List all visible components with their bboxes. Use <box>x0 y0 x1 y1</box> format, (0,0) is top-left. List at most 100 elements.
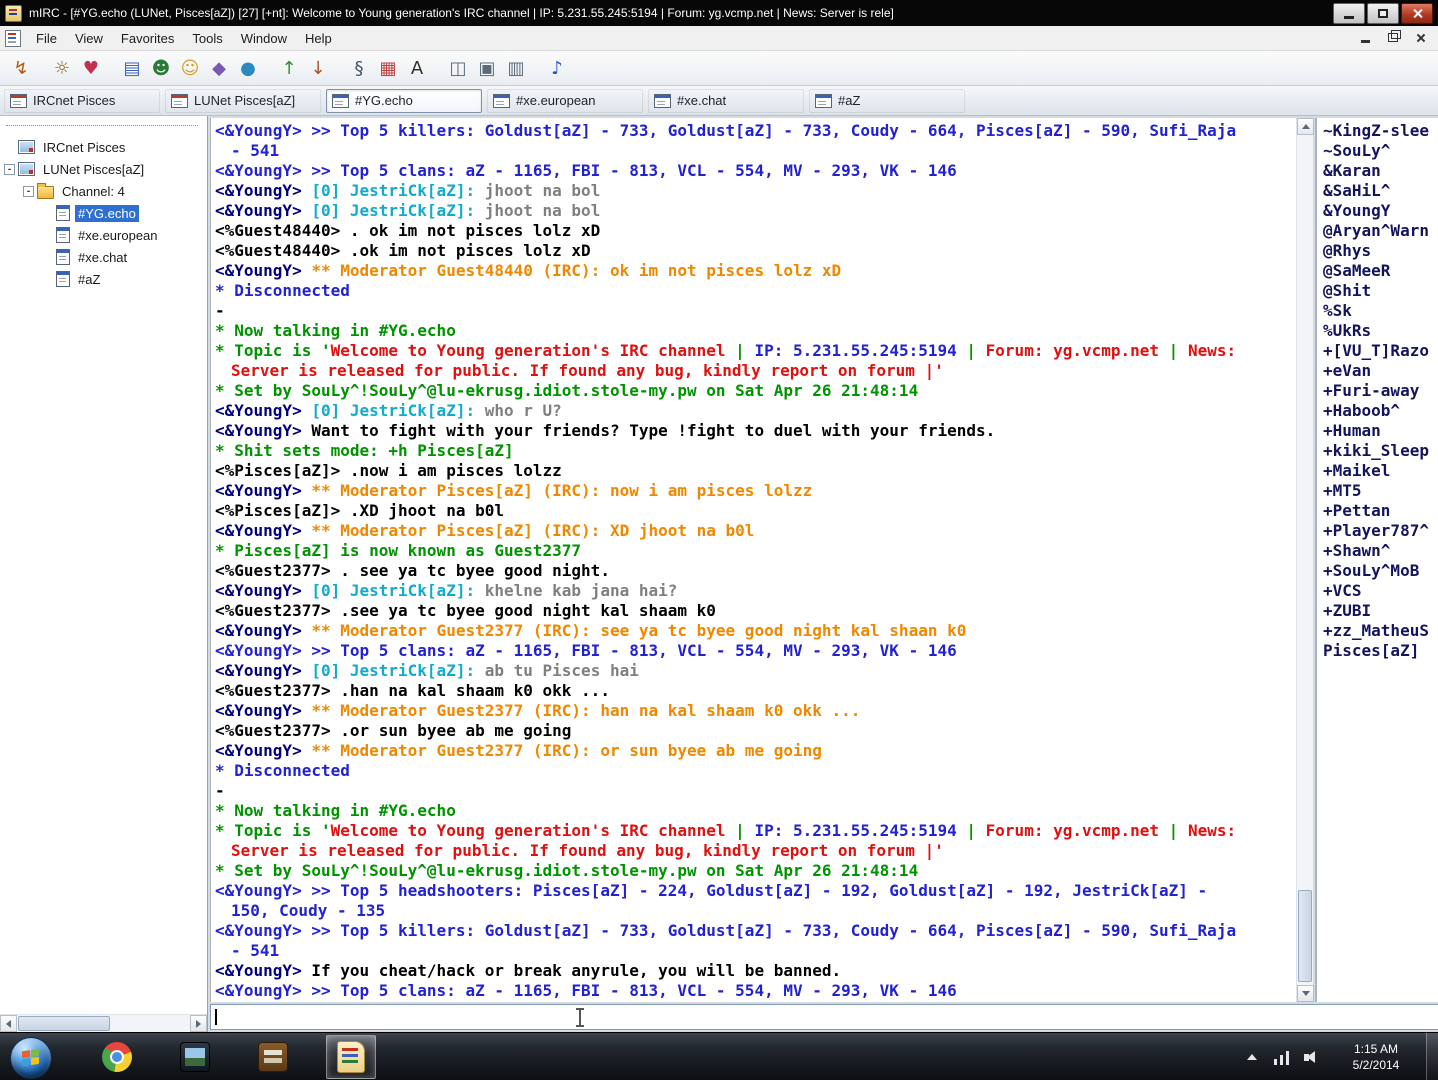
nicklist-item[interactable]: @SaMeeR <box>1323 261 1438 281</box>
query-icon[interactable]: ☻ <box>148 55 174 81</box>
taskbar-clock[interactable]: 1:15 AM 5/2/2014 <box>1330 1041 1422 1073</box>
nicklist-item[interactable]: @Aryan^Warn <box>1323 221 1438 241</box>
tree-item-channel-4[interactable]: - Channel: 4 <box>0 180 207 202</box>
nicklist-item[interactable]: &Karan <box>1323 161 1438 181</box>
chat-vertical-scrollbar[interactable] <box>1296 118 1314 1002</box>
nicklist-item[interactable]: %Sk <box>1323 301 1438 321</box>
hidden-icons-icon[interactable] <box>1244 1049 1260 1065</box>
connect-icon[interactable]: ↯ <box>8 55 34 81</box>
tree-item-xe-chat[interactable]: #xe.chat <box>0 246 207 268</box>
switchbar-toggle-icon[interactable]: ▥ <box>503 55 529 81</box>
tab-yg-echo[interactable]: #YG.echo <box>326 88 482 113</box>
nicklist-item[interactable]: +zz_MatheuS <box>1323 621 1438 641</box>
nicklist-item[interactable]: +MT5 <box>1323 481 1438 501</box>
notify-list-icon[interactable]: ● <box>235 55 261 81</box>
nicklist-item[interactable]: +[VU_T]Razo <box>1323 341 1438 361</box>
show-desktop-button[interactable] <box>1426 1033 1438 1080</box>
tree-expander-icon[interactable]: - <box>4 163 15 175</box>
scrollbar-thumb[interactable] <box>18 1016 110 1031</box>
url-list-icon[interactable]: ◆ <box>206 55 232 81</box>
nicklist-item[interactable]: +Shawn^ <box>1323 541 1438 561</box>
tab-az[interactable]: #aZ <box>809 88 965 113</box>
menu-item-file[interactable]: File <box>27 27 66 50</box>
nicklist-item[interactable]: +Maikel <box>1323 461 1438 481</box>
channels-list-icon[interactable]: ▤ <box>119 55 145 81</box>
scripts-editor-icon[interactable]: § <box>346 55 372 81</box>
tab-lunet-pisces-az[interactable]: LUNet Pisces[aZ] <box>165 88 321 113</box>
mdi-minimize-button[interactable] <box>1356 30 1374 45</box>
nicklist-item[interactable]: +ZUBI <box>1323 601 1438 621</box>
network-icon[interactable] <box>1274 1049 1290 1065</box>
nicklist-item[interactable]: &YoungY <box>1323 201 1438 221</box>
start-button[interactable] <box>10 1037 52 1079</box>
chat-text: | <box>1159 821 1188 840</box>
mirc-taskbar-button[interactable] <box>326 1035 376 1079</box>
tree-expander-icon[interactable]: - <box>23 185 34 197</box>
fonts-icon[interactable]: A <box>404 55 430 81</box>
cascade-windows-icon[interactable]: ▣ <box>474 55 500 81</box>
tile-windows-icon[interactable]: ◫ <box>445 55 471 81</box>
nicklist-item[interactable]: +Human <box>1323 421 1438 441</box>
nicklist-item[interactable]: +kiki_Sleep <box>1323 441 1438 461</box>
nicklist-item[interactable]: +Furi-away <box>1323 381 1438 401</box>
message-input[interactable] <box>210 1004 1438 1030</box>
scroll-left-button[interactable] <box>0 1015 17 1032</box>
address-book-icon[interactable]: ☺ <box>177 55 203 81</box>
nicklist-item[interactable]: +SouLy^MoB <box>1323 561 1438 581</box>
chat-line: * Pisces[aZ] is now known as Guest2377 <box>215 541 1296 561</box>
nicklist-item[interactable]: &SaHiL^ <box>1323 181 1438 201</box>
tab-xe-chat[interactable]: #xe.chat <box>648 88 804 113</box>
tab-xe-european[interactable]: #xe.european <box>487 88 643 113</box>
dcc-send-icon[interactable]: ↑ <box>276 55 302 81</box>
tree-item-yg-echo[interactable]: #YG.echo <box>0 202 207 224</box>
menu-item-window[interactable]: Window <box>232 27 296 50</box>
nicklist-item[interactable]: +Pettan <box>1323 501 1438 521</box>
volume-icon[interactable] <box>1304 1049 1320 1065</box>
tree-item-lunet-pisces-az[interactable]: - LUNet Pisces[aZ] <box>0 158 207 180</box>
scroll-right-button[interactable] <box>190 1015 207 1032</box>
menu-item-tools[interactable]: Tools <box>183 27 231 50</box>
tab-label: #aZ <box>838 93 861 108</box>
chat-buffer[interactable]: <&YoungY> >> Top 5 killers: Goldust[aZ] … <box>210 118 1296 1002</box>
scroll-down-button[interactable] <box>1297 985 1314 1002</box>
tree-item-az[interactable]: #aZ <box>0 268 207 290</box>
nicklist-item[interactable]: Pisces[aZ] <box>1323 641 1438 661</box>
nicklist-item[interactable]: @Rhys <box>1323 241 1438 261</box>
close-button[interactable] <box>1401 2 1433 24</box>
tree-item-xe-european[interactable]: #xe.european <box>0 224 207 246</box>
menu-item-help[interactable]: Help <box>296 27 341 50</box>
tab-ircnet-pisces[interactable]: IRCnet Pisces <box>4 88 160 113</box>
colors-icon[interactable]: ▦ <box>375 55 401 81</box>
windows-logo-icon <box>22 1048 40 1068</box>
nicklist-item[interactable]: +eVan <box>1323 361 1438 381</box>
book-app-taskbar-button[interactable] <box>248 1035 298 1079</box>
nicklist-item[interactable]: %UkRs <box>1323 321 1438 341</box>
minimize-button[interactable] <box>1333 2 1365 24</box>
nicklist-item[interactable]: +VCS <box>1323 581 1438 601</box>
tree-horizontal-scrollbar[interactable] <box>0 1014 207 1032</box>
mdi-close-button[interactable] <box>1412 30 1430 45</box>
mdi-restore-button[interactable] <box>1384 30 1402 45</box>
nicklist-item[interactable]: ~KingZ-slee <box>1323 121 1438 141</box>
help-icon[interactable]: ♪ <box>544 55 570 81</box>
maximize-button[interactable] <box>1367 2 1399 24</box>
options-icon[interactable]: ☼ <box>49 55 75 81</box>
tree-item-ircnet-pisces[interactable]: IRCnet Pisces <box>0 136 207 158</box>
menu-item-view[interactable]: View <box>66 27 112 50</box>
image-app-taskbar-button[interactable] <box>170 1035 220 1079</box>
chat-text: <&YoungY> >> Top 5 killers: Goldust[aZ] … <box>215 921 1237 940</box>
nicklist-item[interactable]: +Player787^ <box>1323 521 1438 541</box>
scrollbar-thumb[interactable] <box>1298 890 1312 982</box>
scroll-up-button[interactable] <box>1297 118 1314 135</box>
chat-text: <%Guest2377> . see ya tc byee good night… <box>215 561 610 580</box>
dcc-get-icon[interactable]: ↓ <box>305 55 331 81</box>
chat-line: <&YoungY> [0] JestriCk[aZ]: jhoot na bol <box>215 201 1296 221</box>
nicklist-item[interactable]: @Shit <box>1323 281 1438 301</box>
menu-item-favorites[interactable]: Favorites <box>112 27 183 50</box>
chrome-taskbar-button[interactable] <box>92 1035 142 1079</box>
favorites-icon[interactable]: ♥ <box>78 55 104 81</box>
nicklist-item[interactable]: ~SouLy^ <box>1323 141 1438 161</box>
mdi-document-icon[interactable] <box>5 29 21 47</box>
nicklist-item[interactable]: +Haboob^ <box>1323 401 1438 421</box>
mirc-app-icon <box>5 4 22 22</box>
